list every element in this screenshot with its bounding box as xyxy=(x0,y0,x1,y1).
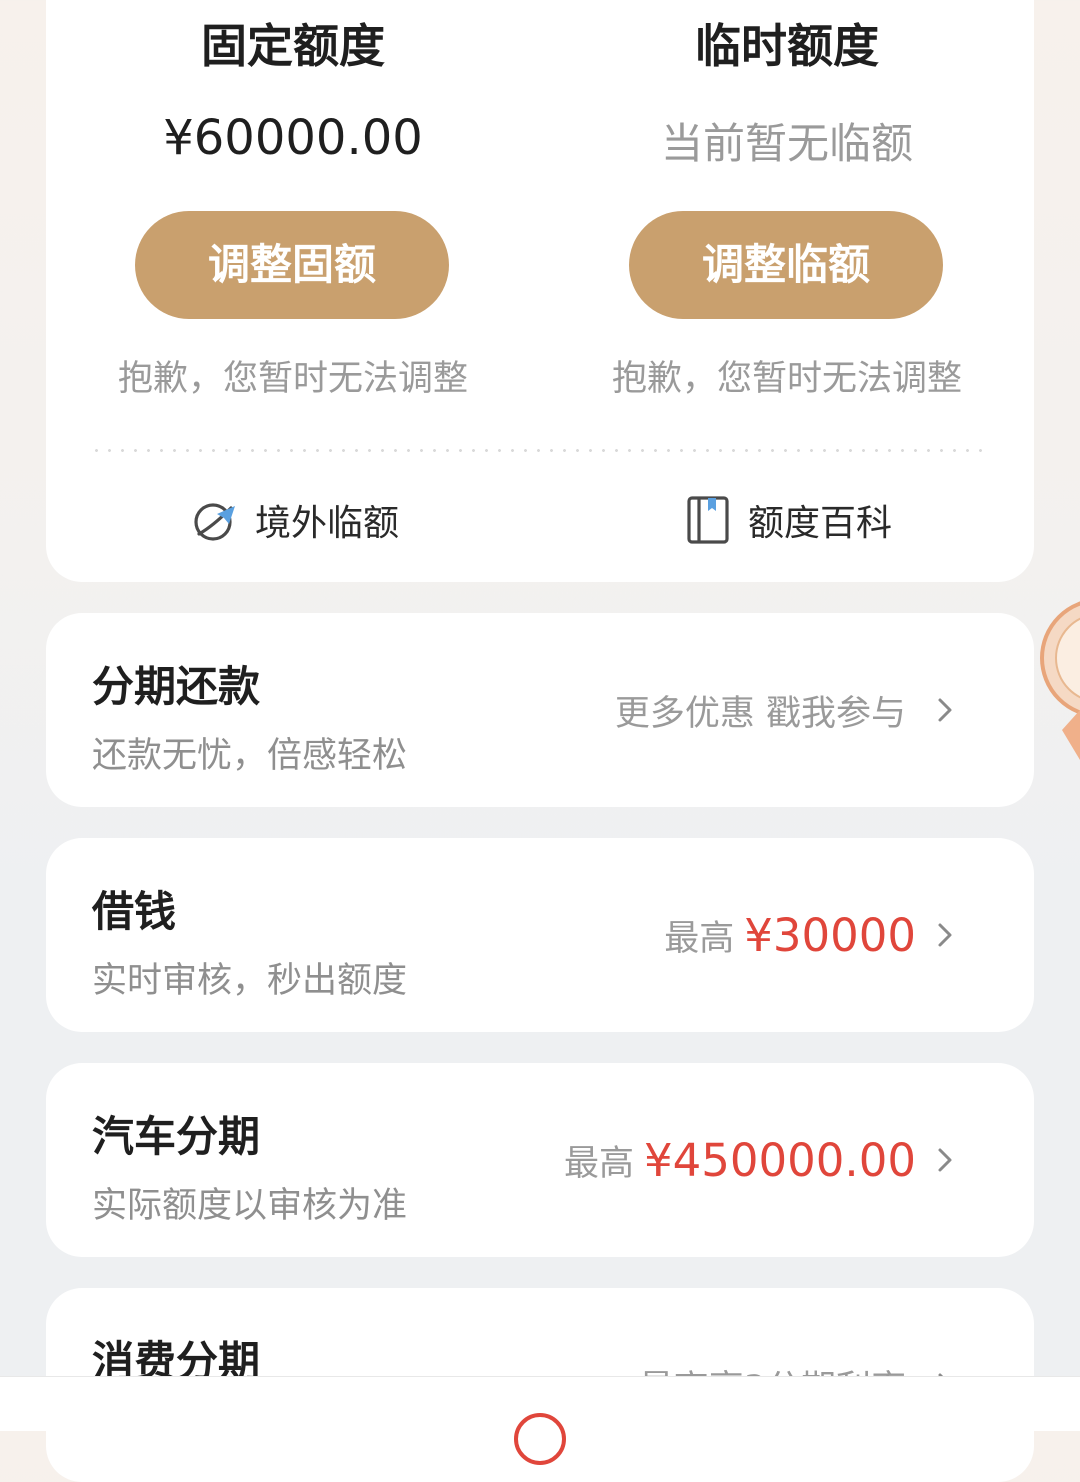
book-icon xyxy=(687,496,729,544)
bottom-tab-bar xyxy=(0,1376,1080,1465)
plane-globe-icon xyxy=(194,503,235,541)
dotted-divider xyxy=(90,449,990,452)
overseas-temp-limit-link[interactable]: 境外临额 xyxy=(191,490,399,550)
fixed-limit-note: 抱歉，您暂时无法调整 xyxy=(117,359,468,399)
row-right-info: 最高 ¥30000 xyxy=(664,838,916,1032)
limit-wiki-link[interactable]: 额度百科 xyxy=(686,490,892,550)
row-title: 分期还款 xyxy=(92,662,261,711)
chevron-right-icon xyxy=(938,698,952,722)
fixed-limit-title: 固定额度 xyxy=(201,19,385,73)
home-tab-icon[interactable] xyxy=(512,1411,568,1467)
installment-repayment-card[interactable]: 分期还款 还款无忧，倍感轻松 更多优惠 戳我参与 xyxy=(46,613,1034,807)
row-subtitle: 还款无忧，倍感轻松 xyxy=(92,736,408,776)
floating-activity-badge[interactable] xyxy=(1040,590,1080,760)
chevron-right-icon xyxy=(938,1148,952,1172)
chevron-right-icon xyxy=(938,923,952,947)
row-title: 汽车分期 xyxy=(92,1112,261,1161)
adjust-fixed-limit-button[interactable]: 调整固额 xyxy=(135,211,449,319)
temp-limit-title: 临时额度 xyxy=(695,19,879,73)
borrow-money-card[interactable]: 借钱 实时审核，秒出额度 最高 ¥30000 xyxy=(46,838,1034,1032)
credit-limit-card: 固定额度 ¥60000.00 调整固额 抱歉，您暂时无法调整 临时额度 当前暂无… xyxy=(46,0,1034,582)
overseas-temp-limit-label: 境外临额 xyxy=(255,503,400,544)
fixed-limit-value: ¥60000.00 xyxy=(163,110,423,166)
car-installment-card[interactable]: 汽车分期 实际额度以审核为准 最高 ¥450000.00 xyxy=(46,1063,1034,1257)
max-label: 最高 xyxy=(564,1143,635,1184)
row-right-info: 更多优惠 戳我参与 xyxy=(615,613,916,807)
row-subtitle: 实时审核，秒出额度 xyxy=(92,961,408,1001)
promo-label: 更多优惠 戳我参与 xyxy=(614,693,906,734)
row-title: 借钱 xyxy=(92,887,177,936)
adjust-temp-limit-button[interactable]: 调整临额 xyxy=(629,211,943,319)
max-amount: ¥450000.00 xyxy=(644,1133,916,1187)
temp-limit-value: 当前暂无临额 xyxy=(660,119,913,168)
max-label: 最高 xyxy=(664,918,735,959)
temp-limit-note: 抱歉，您暂时无法调整 xyxy=(611,359,962,399)
row-right-info: 最高 ¥450000.00 xyxy=(564,1063,916,1257)
row-subtitle: 实际额度以审核为准 xyxy=(92,1186,408,1226)
limit-wiki-label: 额度百科 xyxy=(748,503,893,544)
max-amount: ¥30000 xyxy=(744,908,916,962)
